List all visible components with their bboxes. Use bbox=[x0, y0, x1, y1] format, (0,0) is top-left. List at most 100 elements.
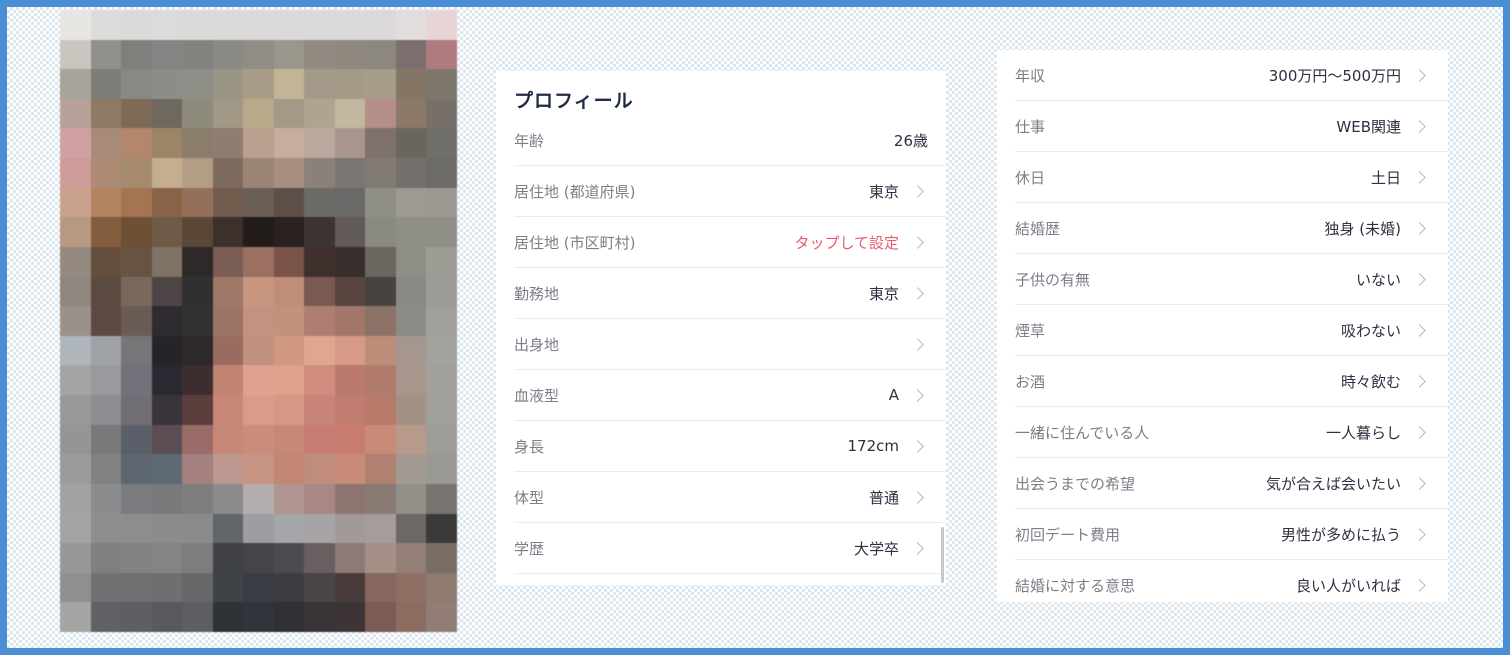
details-row-value: 土日 bbox=[1370, 168, 1401, 187]
photo-pixel bbox=[151, 128, 183, 159]
photo-pixel bbox=[304, 187, 335, 218]
scrollbar[interactable] bbox=[941, 527, 944, 583]
photo-pixel bbox=[182, 246, 213, 277]
photo-pixel bbox=[60, 454, 91, 484]
photo-pixel bbox=[304, 217, 335, 247]
photo-pixel bbox=[243, 365, 274, 396]
photo-pixel bbox=[121, 217, 152, 247]
photo-pixel bbox=[151, 365, 183, 396]
photo-pixel bbox=[151, 424, 183, 455]
photo-pixel bbox=[395, 602, 427, 632]
details-row-value-group: 300万円〜500万円 bbox=[1269, 65, 1430, 86]
photo-pixel bbox=[182, 10, 213, 40]
photo-pixel bbox=[304, 39, 335, 70]
photo-pixel bbox=[212, 395, 244, 425]
photo-pixel bbox=[151, 602, 183, 632]
photo-pixel bbox=[426, 513, 457, 544]
photo-pixel bbox=[182, 454, 213, 484]
photo-pixel bbox=[395, 543, 427, 573]
photo-pixel bbox=[334, 454, 366, 484]
photo-pixel bbox=[60, 10, 91, 40]
photo-pixel bbox=[395, 513, 427, 544]
details-row[interactable]: 仕事 WEB関連 bbox=[1015, 101, 1448, 152]
photo-pixel bbox=[243, 10, 274, 40]
photo-pixel bbox=[426, 335, 457, 366]
photo-pixel bbox=[243, 128, 274, 159]
photo-pixel bbox=[334, 572, 366, 603]
details-row[interactable]: 子供の有無 いない bbox=[1015, 254, 1448, 305]
photo-pixel bbox=[121, 424, 152, 455]
photo-pixel bbox=[334, 602, 366, 632]
photo-pixel bbox=[121, 543, 152, 573]
details-row-value: 300万円〜500万円 bbox=[1268, 66, 1401, 85]
profile-row-value-group bbox=[899, 337, 928, 351]
photo-pixel bbox=[304, 158, 335, 188]
details-row-value-group: 男性が多めに払う bbox=[1281, 524, 1430, 545]
photo-pixel bbox=[182, 306, 213, 336]
photo-pixel bbox=[151, 306, 183, 336]
photo-pixel bbox=[182, 365, 213, 396]
photo-pixel bbox=[182, 128, 213, 159]
photo-pixel bbox=[395, 69, 427, 99]
profile-row[interactable]: 血液型 A bbox=[514, 370, 946, 421]
profile-title: プロフィール bbox=[514, 90, 634, 112]
profile-row[interactable]: 学歴 大学卒 bbox=[514, 523, 946, 574]
chevron-right-icon bbox=[1413, 272, 1426, 286]
profile-row-label: 学歴 bbox=[514, 539, 545, 558]
details-row-label: 休日 bbox=[1015, 168, 1046, 187]
profile-row[interactable]: 居住地 (市区町村) タップして設定 bbox=[514, 217, 946, 268]
profile-row-value-group: 26歳 bbox=[894, 130, 928, 151]
details-row-label: 結婚歴 bbox=[1015, 219, 1061, 238]
photo-pixel bbox=[273, 602, 305, 632]
photo-pixel bbox=[304, 602, 335, 632]
profile-row[interactable]: 出身地 bbox=[514, 319, 946, 370]
profile-row[interactable]: 身長 172cm bbox=[514, 421, 946, 472]
details-row[interactable]: 出会うまでの希望 気が合えば会いたい bbox=[1015, 458, 1448, 509]
details-row-label: 煙草 bbox=[1015, 321, 1046, 340]
photo-pixel bbox=[151, 217, 183, 247]
photo-pixel bbox=[426, 424, 457, 455]
profile-row-value-group: 大学卒 bbox=[854, 538, 928, 559]
photo-pixel bbox=[395, 483, 427, 514]
profile-row-value: 大学卒 bbox=[853, 539, 899, 558]
details-row[interactable]: お酒 時々飲む bbox=[1015, 356, 1448, 407]
photo-pixel bbox=[151, 187, 183, 218]
photo-pixel bbox=[151, 543, 183, 573]
profile-row-label: 身長 bbox=[514, 437, 545, 456]
photo-pixel bbox=[182, 158, 213, 188]
photo-pixel bbox=[60, 246, 91, 277]
photo-pixel bbox=[334, 128, 366, 159]
details-row-value: 気が合えば会いたい bbox=[1265, 474, 1401, 493]
profile-row-value-group: 172cm bbox=[848, 437, 929, 455]
details-row[interactable]: 結婚に対する意思 良い人がいれば bbox=[1015, 560, 1448, 602]
photo-pixel bbox=[60, 158, 91, 188]
photo-pixel bbox=[395, 158, 427, 188]
photo-pixel bbox=[426, 217, 457, 247]
photo-pixel bbox=[212, 424, 244, 455]
profile-row-label: 血液型 bbox=[514, 386, 560, 405]
photo-pixel bbox=[304, 483, 335, 514]
details-row[interactable]: 年収 300万円〜500万円 bbox=[1015, 50, 1448, 101]
photo-pixel bbox=[60, 483, 91, 514]
photo-pixel bbox=[151, 158, 183, 188]
photo-pixel bbox=[395, 10, 427, 40]
details-row[interactable]: 初回デート費用 男性が多めに払う bbox=[1015, 509, 1448, 560]
photo-pixel bbox=[90, 424, 122, 455]
photo-pixel bbox=[243, 69, 274, 99]
photo-pixel bbox=[243, 602, 274, 632]
profile-card: プロフィール 年齢 26歳 居住地 (都道府県) 東京 居住地 (市区町村) タップして設… bbox=[496, 71, 946, 585]
details-row[interactable]: 煙草 吸わない bbox=[1015, 305, 1448, 356]
photo-pixel bbox=[212, 39, 244, 70]
photo-pixel bbox=[304, 395, 335, 425]
details-row[interactable]: 休日 土日 bbox=[1015, 152, 1448, 203]
profile-row[interactable]: 勤務地 東京 bbox=[514, 268, 946, 319]
photo-pixel bbox=[243, 306, 274, 336]
profile-row[interactable]: 居住地 (都道府県) 東京 bbox=[514, 166, 946, 217]
photo-pixel bbox=[395, 187, 427, 218]
profile-row[interactable]: 体型 普通 bbox=[514, 472, 946, 523]
details-row-label: 子供の有無 bbox=[1015, 270, 1091, 289]
details-row[interactable]: 結婚歴 独身 (未婚) bbox=[1015, 203, 1448, 254]
photo-pixel bbox=[395, 39, 427, 70]
details-row[interactable]: 一緒に住んでいる人 一人暮らし bbox=[1015, 407, 1448, 458]
photo-pixel bbox=[273, 69, 305, 99]
